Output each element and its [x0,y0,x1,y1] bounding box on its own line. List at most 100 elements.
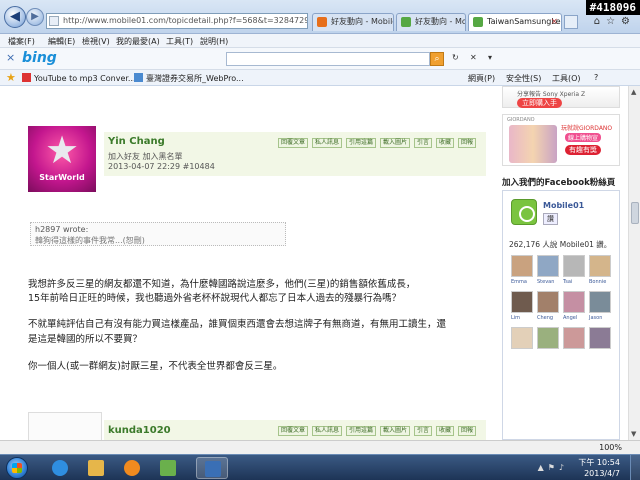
forward-button[interactable]: ▶ [26,8,44,26]
internet-explorer-icon [52,460,68,476]
scroll-down-icon[interactable]: ▼ [631,430,636,438]
menu-favorites[interactable]: 我的最愛(A) [116,36,160,47]
avatar[interactable] [563,327,585,349]
private-message-button[interactable]: 私人訊息 [312,426,343,436]
ad-banner-giordano[interactable]: GIORDANO 玩就說GIORDANO 線上購物宣 有趣有獎 [502,114,620,166]
stop-icon[interactable]: ✕ [470,53,477,62]
ad-cta[interactable]: 立即購入手 [517,98,562,108]
fan-name[interactable]: Jason [589,315,602,321]
taskbar-ie[interactable] [44,457,76,479]
flag-icon[interactable]: ⚑ [548,463,559,472]
reply-button[interactable]: 回覆文章 [278,426,309,436]
facebook-page-name[interactable]: Mobile01 [543,201,584,210]
zoom-level[interactable]: 100% [599,443,622,452]
command-tools[interactable]: 工具(O) [552,73,581,84]
favorite-link-youtube-mp3[interactable]: YouTube to mp3 Conver... [22,73,136,83]
refresh-icon[interactable]: ↻ [452,53,459,62]
bing-logo[interactable]: bing [22,50,57,66]
tab-label: 好友動向 - Mobile01 [415,17,466,26]
avatar[interactable] [537,291,559,313]
bing-search-button[interactable]: ⌕ [430,52,444,66]
menu-help[interactable]: 說明(H) [200,36,228,47]
fan-name[interactable]: Emma [511,279,527,285]
post-username[interactable]: Yin Chang [108,136,165,147]
taskbar-browser-active[interactable] [196,457,228,479]
avatar[interactable] [511,291,533,313]
private-message-button[interactable]: 私人訊息 [312,138,343,148]
reply-button[interactable]: 回覆文章 [278,138,309,148]
avatar[interactable] [589,291,611,313]
browser-toolbar-icons[interactable]: ⌂☆⚙ [594,16,636,27]
quote-post-button[interactable]: 引用這篇 [346,138,377,148]
menu-bar: 檔案(F) 編輯(E) 檢視(V) 我的最愛(A) 工具(T) 說明(H) [0,34,640,48]
ad-text: 線上購物宣 [565,133,602,142]
search-provider-icon[interactable]: ▾ [488,53,492,62]
fan-name[interactable]: Cheng [537,315,553,321]
favorite-link-twse[interactable]: 臺灣證券交易所_WebPro... [134,73,244,84]
bing-search-input[interactable] [226,52,430,66]
start-button[interactable] [6,457,28,479]
close-toolbar-icon[interactable]: × [6,51,15,64]
fan-name[interactable]: Angel [563,315,577,321]
avatar[interactable] [589,255,611,277]
scroll-up-icon[interactable]: ▲ [631,88,636,96]
avatar[interactable] [537,255,559,277]
scroll-thumb[interactable] [631,202,639,224]
favorites-star-icon[interactable]: ☆ [606,16,621,27]
fan-name[interactable]: Tsai [563,279,572,285]
tab-samsung-leaks[interactable]: TaiwanSamsungLeaks... × [468,13,562,31]
system-tray[interactable]: ▲⚑♪ [538,463,568,472]
bookmark-button[interactable]: 收藏 [436,426,455,436]
menu-file[interactable]: 檔案(F) [8,36,35,47]
help-icon[interactable]: ? [594,73,598,82]
tab-friends-1[interactable]: 好友動向 - Mobile01 [312,13,394,31]
command-safety[interactable]: 安全性(S) [506,73,541,84]
volume-icon[interactable]: ♪ [559,463,568,472]
post-username[interactable]: kunda1020 [108,425,171,436]
menu-edit[interactable]: 編輯(E) [48,36,75,47]
load-images-button[interactable]: 載入圖片 [380,138,411,148]
command-page[interactable]: 網頁(P) [468,73,495,84]
report-button[interactable]: 回報 [458,426,477,436]
home-icon[interactable]: ⌂ [594,16,606,27]
bookmark-button[interactable]: 收藏 [436,138,455,148]
report-button[interactable]: 回報 [458,138,477,148]
facebook-like-button[interactable]: 讚 [543,213,558,225]
tab-close-icon[interactable]: × [550,14,558,30]
fan-name[interactable]: Lim [511,315,520,321]
back-button[interactable]: ◀ [4,6,26,28]
ad-banner-sony[interactable]: 分享報告 Sony Xperia Z 立即購入手 [502,86,620,108]
taskbar-media-player[interactable] [116,457,148,479]
ad-cta[interactable]: 有趣有獎 [565,145,601,155]
taskbar-clock[interactable]: 下午 10:54 2013/4/7 [578,457,620,479]
avatar[interactable] [589,327,611,349]
avatar[interactable] [511,327,533,349]
user-links[interactable]: 加入好友 加入黑名單 [108,151,183,162]
taskbar-explorer[interactable] [80,457,112,479]
avatar[interactable] [28,412,102,440]
favorites-star-icon[interactable]: ★ [6,71,16,84]
vertical-scrollbar[interactable]: ▲ ▼ [628,86,640,440]
menu-tools[interactable]: 工具(T) [166,36,193,47]
fan-name[interactable]: Bonnie [589,279,606,285]
avatar[interactable] [537,327,559,349]
avatar[interactable] [511,255,533,277]
address-bar[interactable]: http://www.mobile01.com/topicdetail.php?… [46,13,308,29]
show-desktop-button[interactable] [630,455,640,480]
fan-name[interactable]: Stevan [537,279,554,285]
new-tab-button[interactable] [564,15,578,29]
cite-button[interactable]: 引言 [414,426,433,436]
gear-icon[interactable]: ⚙ [621,16,636,27]
cite-button[interactable]: 引言 [414,138,433,148]
quote-author: h2897 wrote: [35,225,89,234]
avatar[interactable]: ★ StarWorld [28,126,96,192]
network-icon[interactable]: ▲ [538,463,548,472]
avatar[interactable] [563,255,585,277]
quote-post-button[interactable]: 引用這篇 [346,426,377,436]
tab-friends-2[interactable]: 好友動向 - Mobile01 [396,13,466,31]
load-images-button[interactable]: 載入圖片 [380,426,411,436]
mobile01-logo[interactable] [511,199,537,225]
menu-view[interactable]: 檢視(V) [82,36,110,47]
taskbar-paint[interactable] [152,457,184,479]
avatar[interactable] [563,291,585,313]
